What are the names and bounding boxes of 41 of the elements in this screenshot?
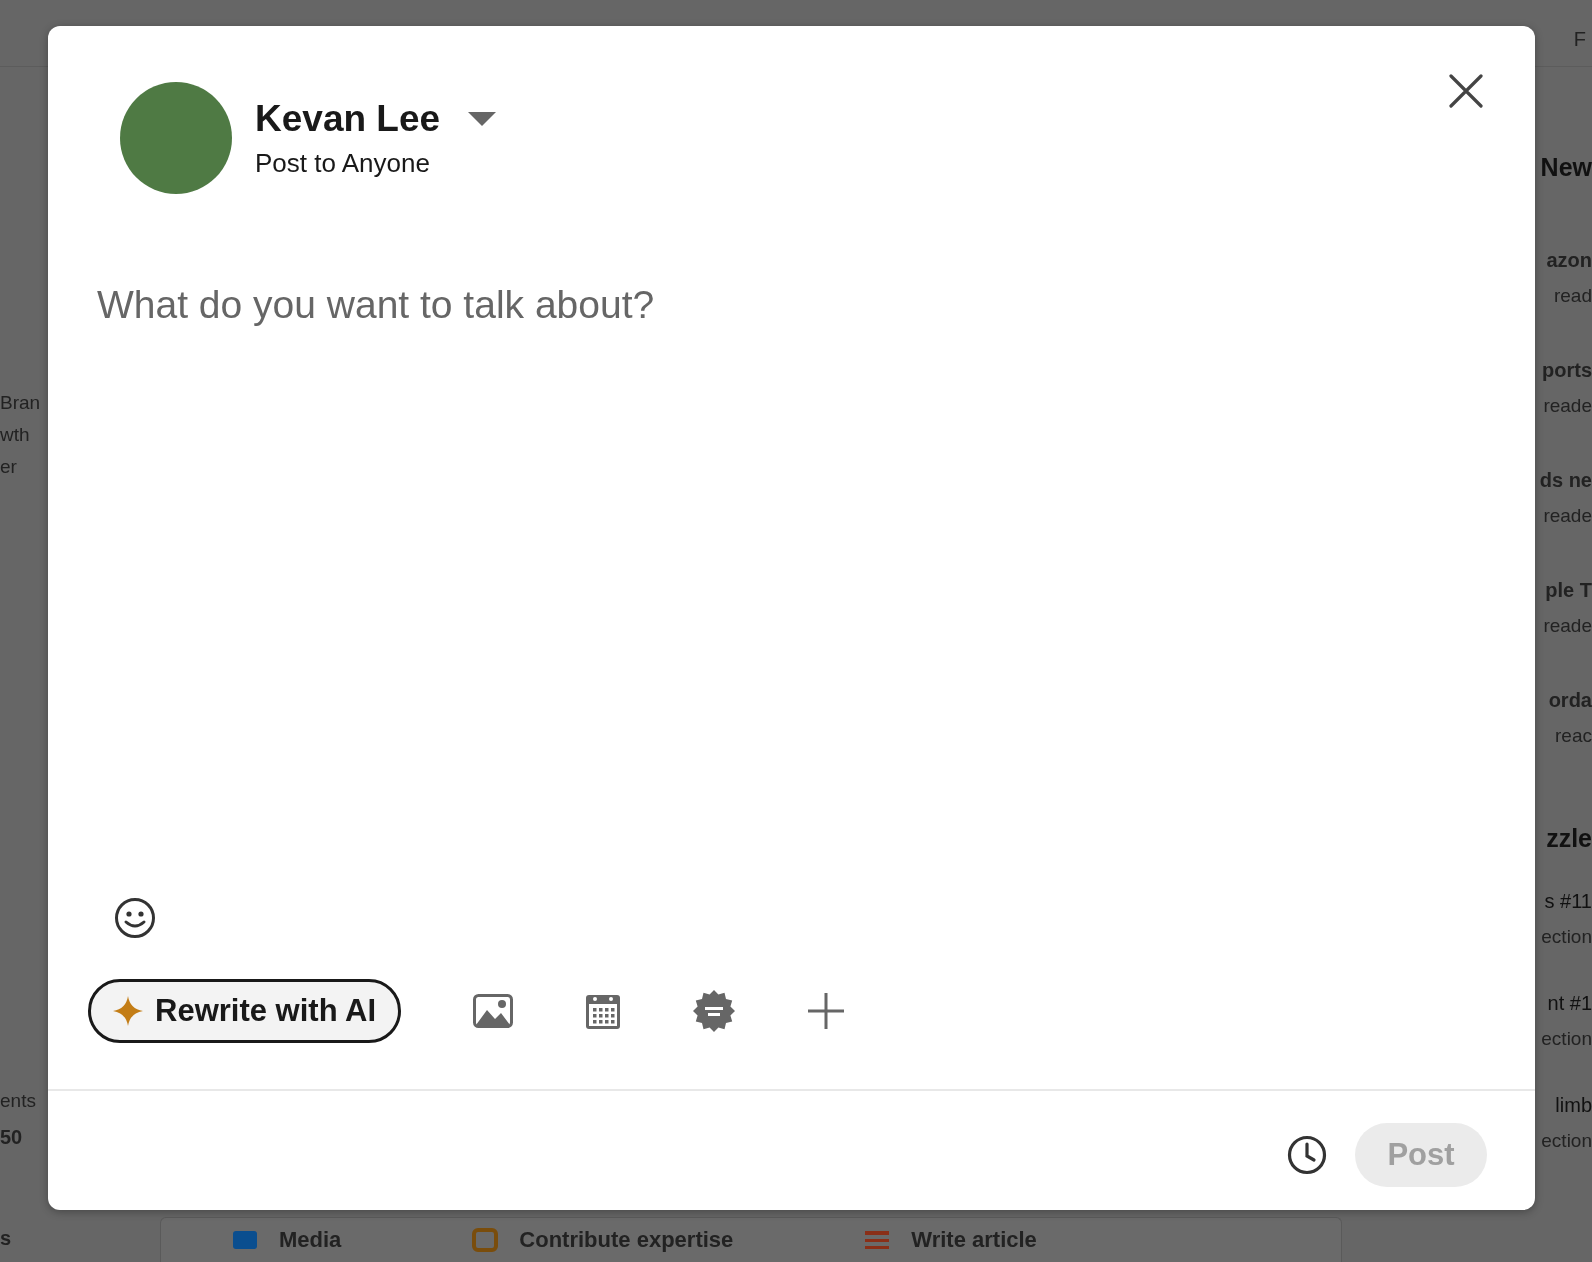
background-text: Bran [0,391,42,415]
rewrite-ai-button[interactable]: Rewrite with AI [88,979,402,1043]
audience-text: Post to Anyone [255,147,431,179]
background-text: ection [1541,1027,1592,1051]
nav-text: F [1573,28,1586,51]
background-text: s [0,1227,13,1250]
badge-icon[interactable] [693,990,736,1032]
close-icon[interactable] [1449,74,1483,108]
background-text: reac [1555,724,1592,748]
background-heading: New [1540,153,1592,182]
background-text: ple T [1545,578,1592,603]
background-heading: zzle [1546,824,1592,853]
background-text: er [0,455,18,479]
calendar-icon[interactable] [585,992,622,1030]
action-label: Contribute expertise [519,1227,734,1253]
author-selector[interactable]: Kevan Lee [255,97,497,140]
background-text: reade [1543,504,1592,528]
background-text: ection [1541,1129,1592,1153]
background-text: s #11 [1544,889,1592,914]
background-text: ds ne [1539,468,1592,493]
background-text: ection [1541,925,1592,949]
action-label: Media [279,1227,342,1253]
background-text: nt #1 [1547,991,1592,1016]
sparkle-icon [113,996,143,1026]
action-label: Write article [911,1227,1037,1253]
background-text: azon [1546,248,1592,273]
background-text: wth [0,423,31,447]
background-text: read [1553,284,1592,308]
caret-icon [468,111,497,126]
pencil-square-icon [471,1227,500,1253]
background-text: ports [1542,358,1592,383]
emoji-icon[interactable] [114,897,156,939]
background-text: ents [0,1089,37,1113]
background-text: 50 [0,1125,24,1150]
image-icon[interactable] [473,994,514,1028]
background-text: reade [1543,614,1592,638]
background-text: orda [1548,688,1592,713]
clock-icon[interactable] [1287,1135,1327,1175]
background-text: limb [1555,1093,1592,1118]
background-text: reade [1543,394,1592,418]
plus-icon[interactable] [807,992,846,1030]
